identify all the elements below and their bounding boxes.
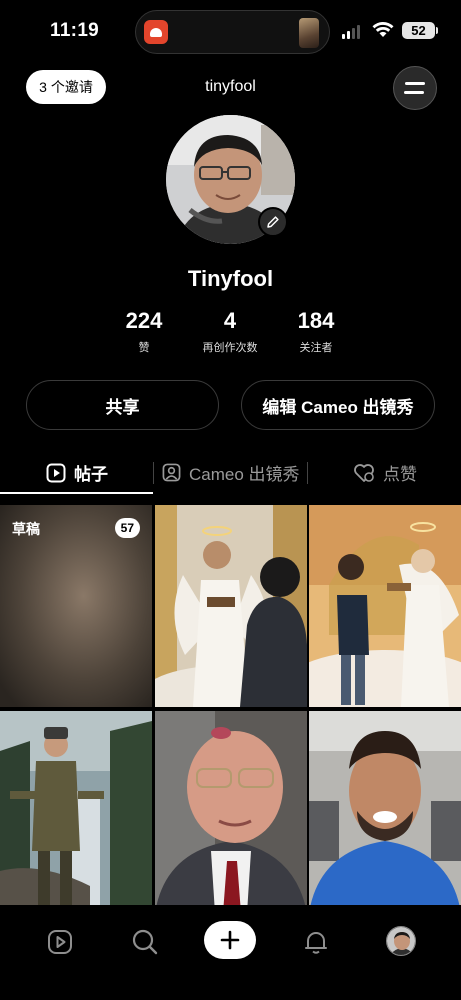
share-button[interactable]: 共享: [26, 380, 219, 430]
status-bar: 11:19 52: [0, 0, 461, 62]
drafts-count-badge: 57: [114, 518, 140, 538]
bell-icon: [305, 932, 327, 954]
tab-label: 点赞: [383, 465, 417, 484]
stat-label: 关注者: [299, 342, 333, 354]
pencil-icon: [267, 216, 279, 228]
dynamic-island[interactable]: [135, 10, 330, 54]
profile-username: tinyfool: [205, 78, 256, 95]
display-name: Tinyfool: [187, 266, 274, 291]
post-thumbnail[interactable]: [309, 505, 461, 707]
app-activity-icon: [144, 20, 168, 44]
edit-avatar-button[interactable]: [258, 207, 288, 237]
nav-notifications[interactable]: [301, 927, 331, 957]
stat-value: 184: [297, 308, 335, 333]
drafts-label: 草稿: [12, 521, 40, 537]
menu-line-icon: [404, 91, 424, 94]
profile-tabs: 帖子 Cameo 出镜秀 点赞: [0, 452, 461, 494]
post-thumbnail[interactable]: [155, 711, 307, 913]
stat-value: 224: [125, 308, 163, 333]
wifi-icon: [372, 22, 394, 37]
drafts-tile[interactable]: 草稿 57: [0, 505, 152, 707]
status-time: 11:19: [50, 20, 100, 41]
tab-label: Cameo 出镜秀: [189, 465, 300, 484]
battery-indicator: 52: [402, 22, 435, 39]
post-thumbnail[interactable]: [155, 505, 307, 707]
bottom-nav: [0, 905, 461, 1000]
person-square-icon: [162, 463, 181, 482]
create-button[interactable]: [204, 921, 256, 959]
nav-feed[interactable]: [45, 927, 75, 957]
nav-profile-avatar[interactable]: [386, 926, 416, 956]
plus-icon: [220, 930, 240, 950]
tab-divider: [153, 462, 154, 484]
tab-divider: [307, 462, 308, 484]
post-thumbnail[interactable]: [309, 711, 461, 913]
post-thumbnail[interactable]: [0, 711, 152, 913]
cellular-signal-icon: [342, 25, 360, 39]
search-icon: [132, 929, 158, 955]
edit-cameo-button[interactable]: 编辑 Cameo 出镜秀: [241, 380, 435, 430]
now-playing-thumbnail: [299, 18, 319, 48]
stat-value: 4: [223, 308, 237, 333]
stat-followers[interactable]: 184 关注者: [271, 308, 361, 355]
feed-icon: [48, 930, 72, 954]
tab-likes[interactable]: 点赞: [353, 460, 417, 485]
stat-remixes: 4 再创作次数: [185, 308, 275, 355]
tab-label: 帖子: [74, 465, 108, 484]
stat-likes: 224 赞: [99, 308, 189, 355]
stat-label: 再创作次数: [202, 342, 258, 354]
play-square-icon: [46, 463, 66, 482]
heart-icon: [354, 463, 374, 482]
battery-tip: [436, 27, 438, 34]
tab-posts[interactable]: 帖子: [46, 460, 108, 485]
active-tab-indicator: [0, 492, 153, 494]
menu-button[interactable]: [393, 66, 437, 110]
menu-line-icon: [405, 82, 425, 85]
tab-cameo[interactable]: Cameo 出镜秀: [162, 460, 300, 485]
nav-search[interactable]: [130, 927, 160, 957]
stat-label: 赞: [138, 342, 150, 354]
